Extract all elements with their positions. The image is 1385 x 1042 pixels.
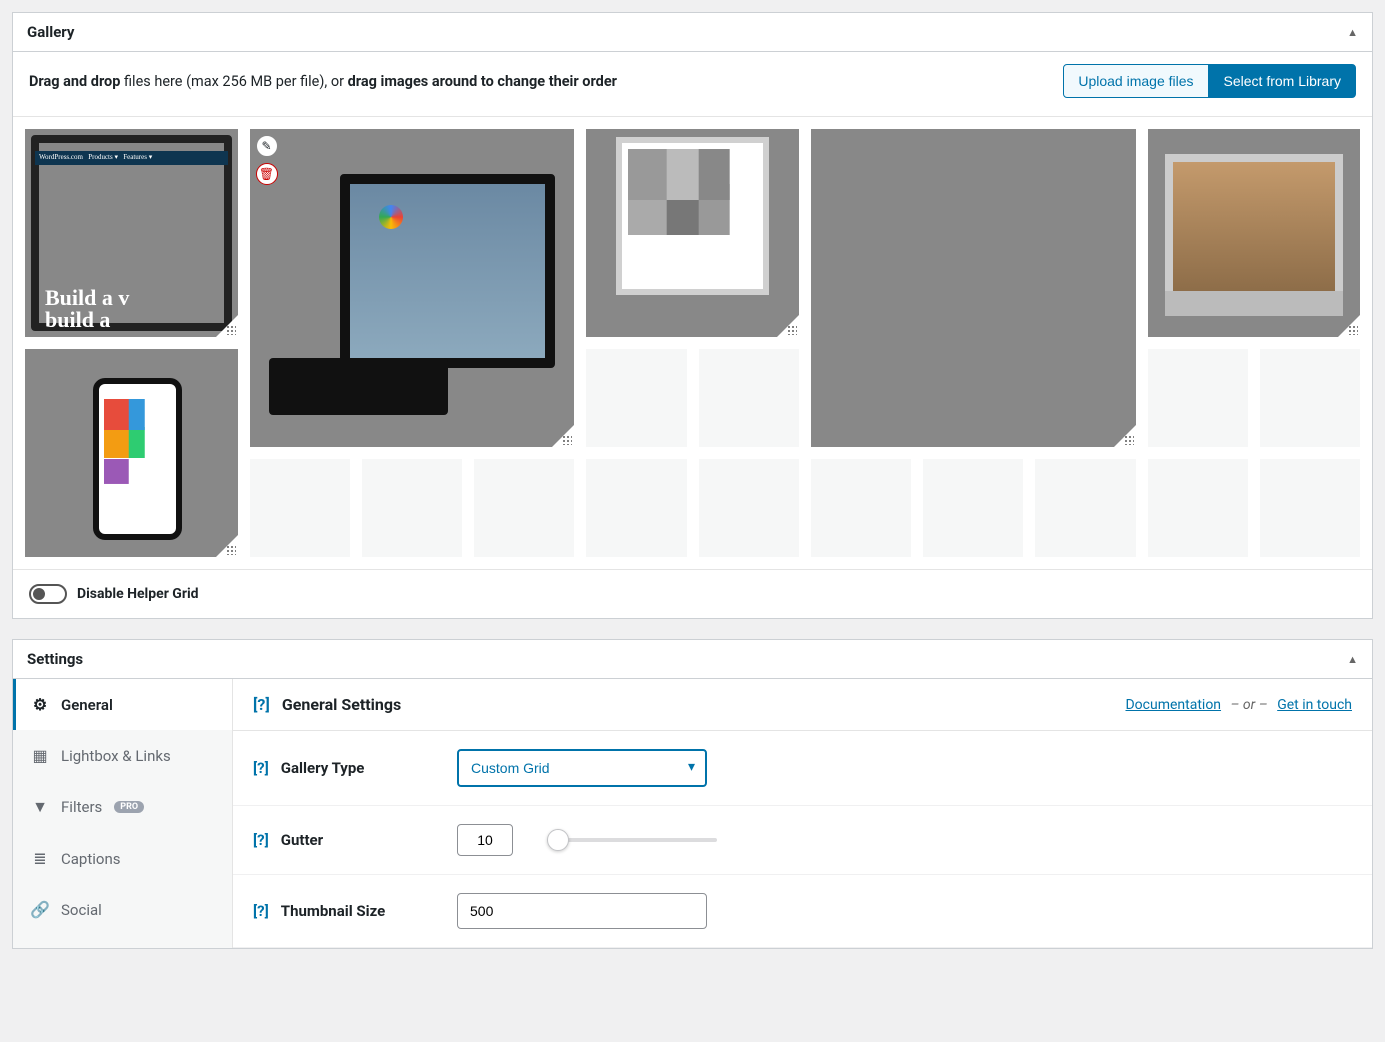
thumbnail-size-label: Thumbnail Size	[281, 902, 385, 920]
slider-knob[interactable]	[547, 829, 569, 851]
image-tile[interactable]: WordPress.com Products ▾ Features ▾ Buil…	[25, 129, 238, 337]
helper-grid-row: Disable Helper Grid	[13, 569, 1372, 618]
upload-instructions: Drag and drop files here (max 256 MB per…	[29, 73, 617, 90]
upload-bar: Drag and drop files here (max 256 MB per…	[13, 52, 1372, 117]
thumbnail-size-input[interactable]	[457, 893, 707, 929]
help-icon[interactable]: [?]	[253, 759, 269, 777]
settings-content: [?] General Settings Documentation – or …	[233, 679, 1372, 948]
help-icon[interactable]: [?]	[253, 831, 269, 849]
gallery-type-select[interactable]: Custom Grid	[457, 749, 707, 787]
empty-tile[interactable]	[474, 459, 574, 557]
empty-tile[interactable]	[1260, 459, 1360, 557]
empty-tile[interactable]	[699, 349, 799, 447]
link-icon: 🔗	[31, 900, 49, 919]
settings-header[interactable]: Settings ▲	[13, 640, 1372, 679]
image-grid[interactable]: WordPress.com Products ▾ Features ▾ Buil…	[25, 129, 1360, 557]
help-icon[interactable]: [?]	[253, 902, 269, 920]
empty-tile[interactable]	[1148, 349, 1248, 447]
settings-body: ⚙ General ▦ Lightbox & Links ▼ Filters P…	[13, 679, 1372, 948]
helper-grid-label: Disable Helper Grid	[77, 586, 199, 602]
image-tile[interactable]	[1148, 129, 1361, 337]
image-tile[interactable]	[586, 129, 799, 337]
settings-panel: Settings ▲ ⚙ General ▦ Lightbox & Links …	[12, 639, 1373, 949]
content-header: [?] General Settings Documentation – or …	[233, 679, 1372, 731]
empty-tile[interactable]	[586, 459, 686, 557]
delete-icon[interactable]: 🗑	[256, 163, 278, 185]
image-tile[interactable]: ✎ 🗑	[250, 129, 575, 447]
collapse-icon[interactable]: ▲	[1347, 653, 1358, 666]
image-tile[interactable]	[811, 129, 1136, 447]
row-gallery-type: [?] Gallery Type Custom Grid	[233, 731, 1372, 806]
empty-tile[interactable]	[362, 459, 462, 557]
tab-lightbox[interactable]: ▦ Lightbox & Links	[13, 730, 232, 781]
documentation-link[interactable]: Documentation	[1125, 697, 1221, 713]
get-in-touch-link[interactable]: Get in touch	[1277, 697, 1352, 713]
upload-image-files-button[interactable]: Upload image files	[1063, 64, 1208, 98]
collapse-icon[interactable]: ▲	[1347, 26, 1358, 39]
gallery-header[interactable]: Gallery ▲	[13, 13, 1372, 52]
edit-icon[interactable]: ✎	[256, 135, 278, 157]
empty-tile[interactable]	[586, 349, 686, 447]
tab-general[interactable]: ⚙ General	[13, 679, 232, 730]
header-links: Documentation – or – Get in touch	[1125, 697, 1352, 713]
help-icon[interactable]: [?]	[253, 695, 270, 714]
content-heading: General Settings	[282, 695, 401, 714]
link-separator: – or –	[1231, 697, 1268, 713]
row-gutter: [?] Gutter	[233, 806, 1372, 875]
gallery-title: Gallery	[27, 23, 74, 41]
empty-tile[interactable]	[811, 459, 911, 557]
helper-grid-toggle[interactable]	[29, 584, 67, 604]
logo-icon	[379, 205, 403, 229]
settings-tabs: ⚙ General ▦ Lightbox & Links ▼ Filters P…	[13, 679, 233, 948]
tab-captions[interactable]: ≣ Captions	[13, 833, 232, 884]
captions-icon: ≣	[31, 849, 49, 868]
empty-tile[interactable]	[699, 459, 799, 557]
gallery-grid-area: WordPress.com Products ▾ Features ▾ Buil…	[13, 117, 1372, 569]
row-thumbnail-size: [?] Thumbnail Size	[233, 875, 1372, 948]
gallery-panel: Gallery ▲ Drag and drop files here (max …	[12, 12, 1373, 619]
pro-badge: PRO	[114, 801, 144, 813]
gutter-input[interactable]	[457, 824, 513, 856]
select-from-library-button[interactable]: Select from Library	[1209, 64, 1356, 98]
layout-icon: ▦	[31, 746, 49, 765]
filter-icon: ▼	[31, 797, 49, 817]
settings-title: Settings	[27, 650, 83, 668]
gallery-type-select-wrap: Custom Grid	[457, 749, 707, 787]
upload-buttons: Upload image files Select from Library	[1063, 64, 1356, 98]
empty-tile[interactable]	[1035, 459, 1135, 557]
gutter-slider[interactable]	[547, 838, 717, 842]
empty-tile[interactable]	[1260, 349, 1360, 447]
gear-icon: ⚙	[31, 695, 49, 714]
tile-actions: ✎ 🗑	[256, 135, 278, 185]
tab-social[interactable]: 🔗 Social	[13, 884, 232, 935]
gallery-type-label: Gallery Type	[281, 759, 365, 777]
gutter-label: Gutter	[281, 831, 323, 849]
image-tile[interactable]	[25, 349, 238, 557]
empty-tile[interactable]	[1148, 459, 1248, 557]
tab-filters[interactable]: ▼ Filters PRO	[13, 781, 232, 833]
empty-tile[interactable]	[250, 459, 350, 557]
empty-tile[interactable]	[923, 459, 1023, 557]
